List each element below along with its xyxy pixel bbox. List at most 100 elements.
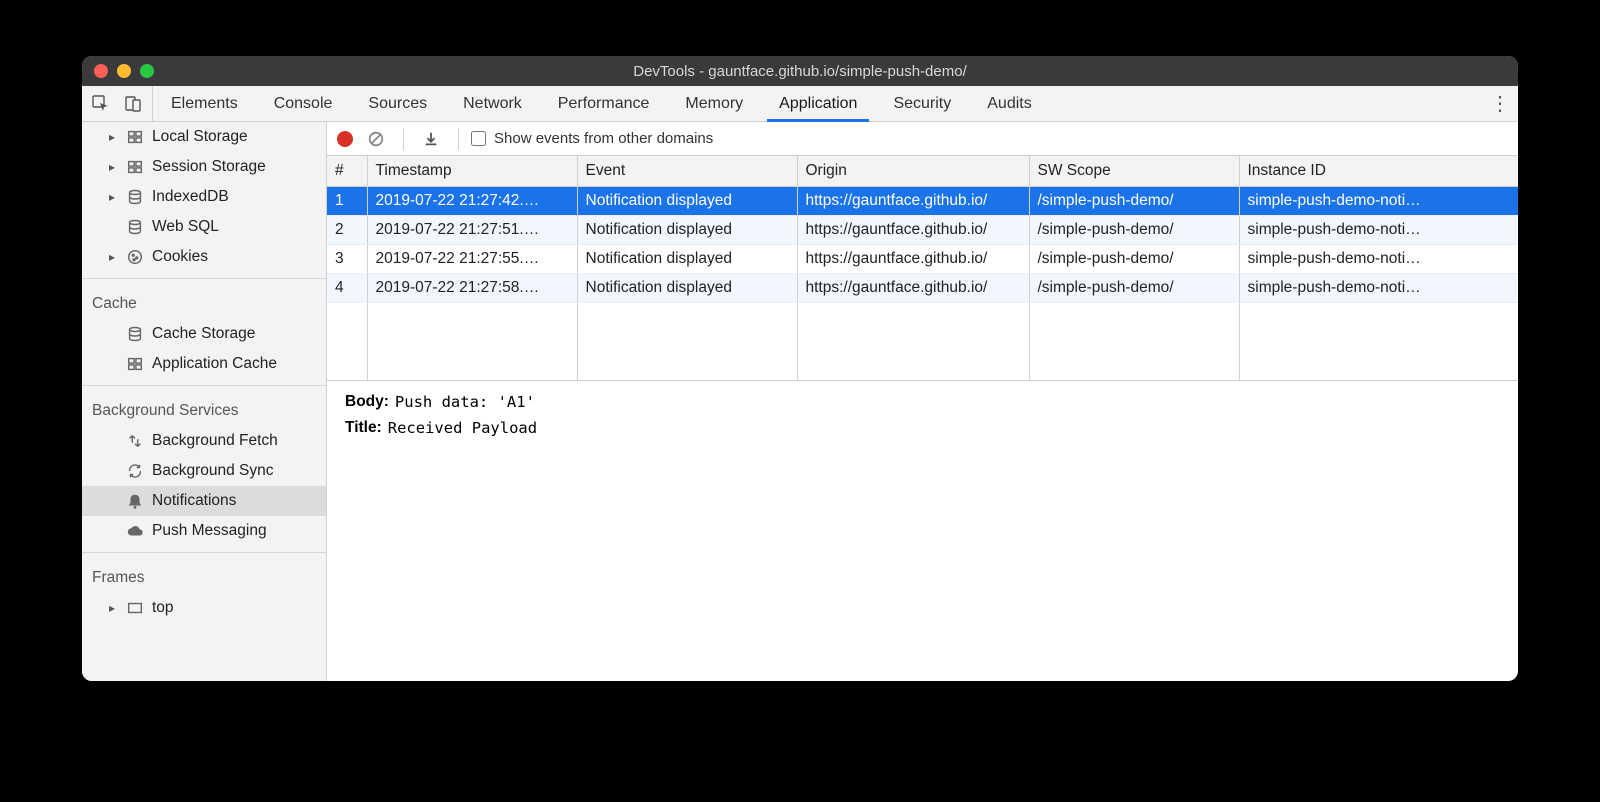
tab-console[interactable]: Console (256, 86, 351, 121)
bgs-section-title: Background Services (82, 392, 326, 426)
cell-scope: /simple-push-demo/ (1029, 273, 1239, 302)
cell-instance-id: simple-push-demo-noti… (1239, 273, 1518, 302)
clear-button[interactable] (361, 124, 391, 154)
bell-icon (126, 492, 144, 510)
col-header--[interactable]: # (327, 156, 367, 186)
tab-audits[interactable]: Audits (969, 86, 1049, 121)
detail-body-value: Push data: 'A1' (395, 393, 535, 411)
inspect-element-icon[interactable] (86, 89, 116, 119)
sidebar-item-label: Web SQL (152, 216, 219, 238)
sidebar-item-label: Background Fetch (152, 430, 278, 452)
col-header-timestamp[interactable]: Timestamp (367, 156, 577, 186)
col-header-sw-scope[interactable]: SW Scope (1029, 156, 1239, 186)
sidebar-item-cookies[interactable]: ▸Cookies (82, 242, 326, 272)
table-row[interactable]: 32019-07-22 21:27:55.…Notification displ… (327, 244, 1518, 273)
sidebar-item-label: Local Storage (152, 126, 248, 148)
cloud-icon (126, 522, 144, 540)
tab-sources[interactable]: Sources (350, 86, 445, 121)
main-panel: Show events from other domains #Timestam… (327, 122, 1518, 681)
sidebar-item-session-storage[interactable]: ▸Session Storage (82, 152, 326, 182)
sidebar-item-background-sync[interactable]: Background Sync (82, 456, 326, 486)
detail-body-label: Body: (345, 393, 389, 411)
tab-security[interactable]: Security (875, 86, 969, 121)
cell-event: Notification displayed (577, 186, 797, 215)
db-icon (126, 325, 144, 343)
tab-network[interactable]: Network (445, 86, 540, 121)
table-row[interactable]: 12019-07-22 21:27:42.…Notification displ… (327, 186, 1518, 215)
grid-icon (126, 158, 144, 176)
db-icon (126, 218, 144, 236)
cell-num: 1 (327, 186, 367, 215)
events-table: #TimestampEventOriginSW ScopeInstance ID… (327, 156, 1518, 381)
cell-origin: https://gauntface.github.io/ (797, 273, 1029, 302)
minimize-window-button[interactable] (117, 64, 131, 78)
window-controls (94, 64, 154, 78)
zoom-window-button[interactable] (140, 64, 154, 78)
sidebar-item-indexeddb[interactable]: ▸IndexedDB (82, 182, 326, 212)
sidebar-item-label: IndexedDB (152, 186, 229, 208)
close-window-button[interactable] (94, 64, 108, 78)
detail-title-label: Title: (345, 419, 382, 437)
cell-scope: /simple-push-demo/ (1029, 244, 1239, 273)
sync-icon (126, 462, 144, 480)
sidebar-item-label: Cache Storage (152, 323, 255, 345)
event-details: Body: Push data: 'A1' Title: Received Pa… (327, 381, 1518, 457)
cell-timestamp: 2019-07-22 21:27:58.… (367, 273, 577, 302)
sidebar-item-web-sql[interactable]: Web SQL (82, 212, 326, 242)
cell-num: 4 (327, 273, 367, 302)
sidebar-item-push-messaging[interactable]: Push Messaging (82, 516, 326, 546)
table-filler (327, 302, 1518, 380)
cell-timestamp: 2019-07-22 21:27:55.… (367, 244, 577, 273)
cell-timestamp: 2019-07-22 21:27:51.… (367, 215, 577, 244)
table-row[interactable]: 22019-07-22 21:27:51.…Notification displ… (327, 215, 1518, 244)
notifications-toolbar: Show events from other domains (327, 122, 1518, 156)
cell-instance-id: simple-push-demo-noti… (1239, 215, 1518, 244)
cell-timestamp: 2019-07-22 21:27:42.… (367, 186, 577, 215)
frame-icon (126, 599, 144, 617)
col-header-instance-id[interactable]: Instance ID (1239, 156, 1518, 186)
tab-performance[interactable]: Performance (540, 86, 668, 121)
cell-event: Notification displayed (577, 273, 797, 302)
sidebar-item-label: Cookies (152, 246, 208, 268)
sidebar-item-notifications[interactable]: Notifications (82, 486, 326, 516)
grid-icon (126, 128, 144, 146)
cell-event: Notification displayed (577, 215, 797, 244)
cookie-icon (126, 248, 144, 266)
sidebar-item-background-fetch[interactable]: Background Fetch (82, 426, 326, 456)
sidebar-item-cache-storage[interactable]: Cache Storage (82, 319, 326, 349)
cell-scope: /simple-push-demo/ (1029, 186, 1239, 215)
fetch-icon (126, 432, 144, 450)
sidebar-item-label: Session Storage (152, 156, 266, 178)
devtools-tabbar: ElementsConsoleSourcesNetworkPerformance… (82, 86, 1518, 122)
cell-num: 2 (327, 215, 367, 244)
device-mode-icon[interactable] (118, 89, 148, 119)
cell-event: Notification displayed (577, 244, 797, 273)
cell-origin: https://gauntface.github.io/ (797, 215, 1029, 244)
record-button[interactable] (337, 131, 353, 147)
show-other-domains-label: Show events from other domains (494, 130, 713, 147)
frames-section-title: Frames (82, 559, 326, 593)
download-button[interactable] (416, 124, 446, 154)
sidebar-item-label: top (152, 597, 174, 619)
cell-num: 3 (327, 244, 367, 273)
cache-section-title: Cache (82, 285, 326, 319)
tab-elements[interactable]: Elements (153, 86, 256, 121)
sidebar-item-application-cache[interactable]: Application Cache (82, 349, 326, 379)
col-header-origin[interactable]: Origin (797, 156, 1029, 186)
tab-application[interactable]: Application (761, 86, 875, 121)
cell-instance-id: simple-push-demo-noti… (1239, 186, 1518, 215)
db-icon (126, 188, 144, 206)
cell-instance-id: simple-push-demo-noti… (1239, 244, 1518, 273)
devtools-window: DevTools - gauntface.github.io/simple-pu… (82, 56, 1518, 681)
col-header-event[interactable]: Event (577, 156, 797, 186)
show-other-domains-checkbox[interactable] (471, 131, 486, 146)
sidebar-item-label: Background Sync (152, 460, 274, 482)
sidebar-item-label: Push Messaging (152, 520, 267, 542)
titlebar: DevTools - gauntface.github.io/simple-pu… (82, 56, 1518, 86)
more-menu-icon[interactable]: ⋮ (1482, 86, 1518, 121)
sidebar-item-local-storage[interactable]: ▸Local Storage (82, 122, 326, 152)
sidebar-item-top[interactable]: ▸top (82, 593, 326, 623)
tab-memory[interactable]: Memory (667, 86, 761, 121)
cell-origin: https://gauntface.github.io/ (797, 186, 1029, 215)
table-row[interactable]: 42019-07-22 21:27:58.…Notification displ… (327, 273, 1518, 302)
